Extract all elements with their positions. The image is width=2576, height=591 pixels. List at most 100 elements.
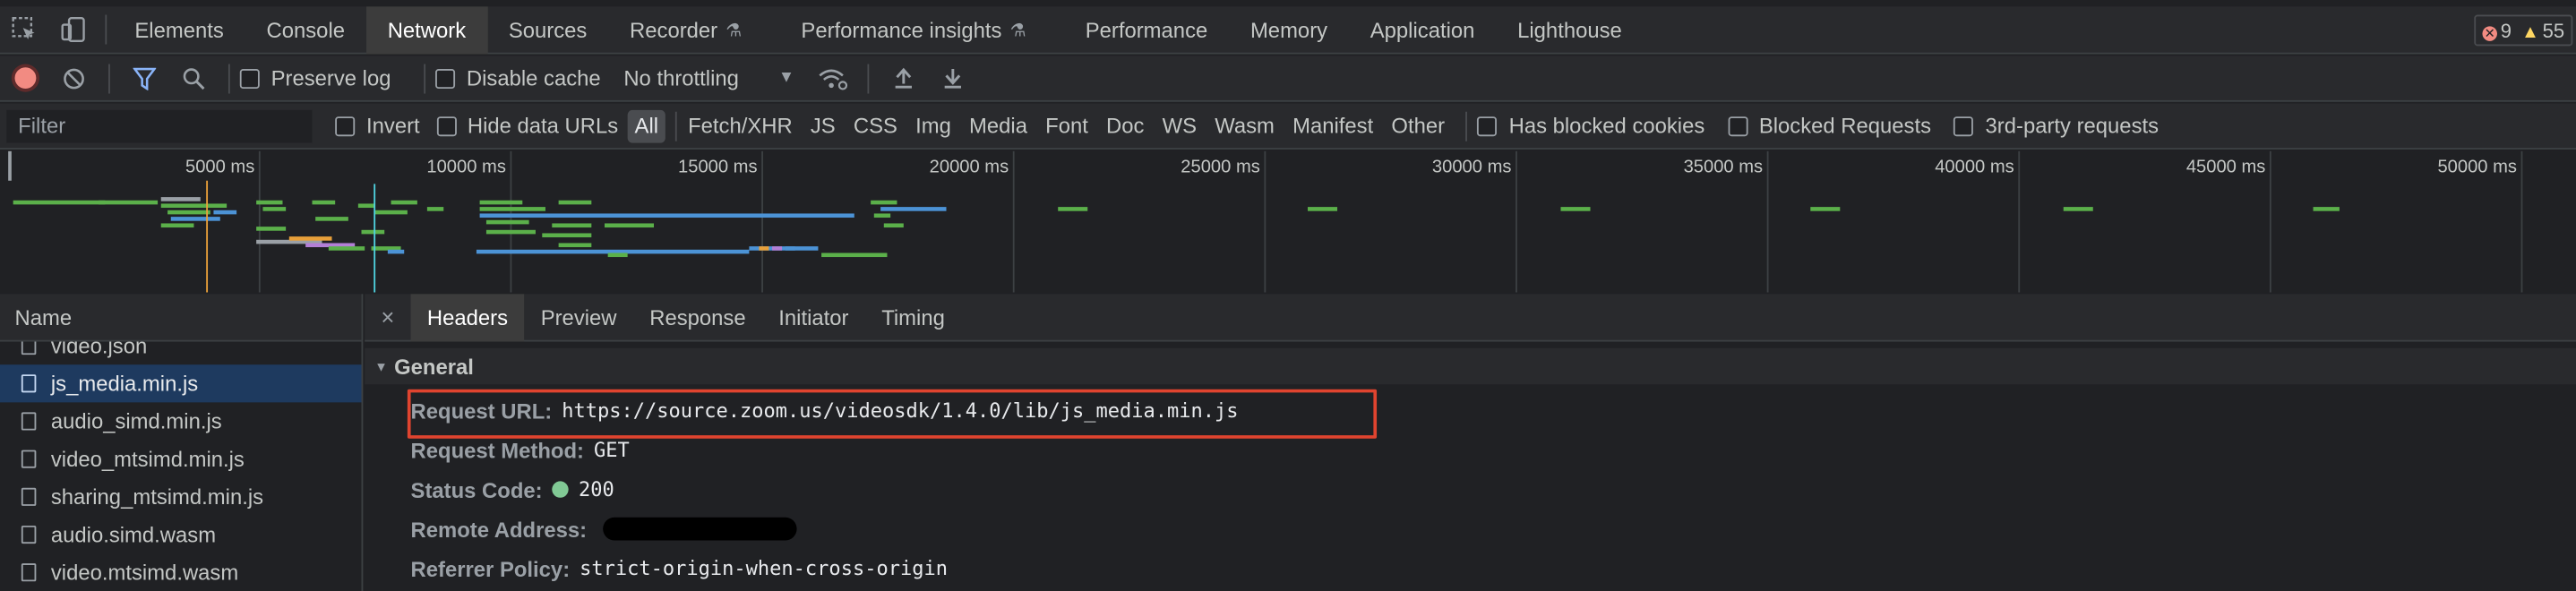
disable-cache-checkbox[interactable]: Disable cache bbox=[435, 65, 601, 90]
request-bar bbox=[213, 210, 237, 215]
search-button[interactable] bbox=[169, 55, 219, 100]
checkbox-box[interactable] bbox=[335, 116, 356, 136]
preserve-log-checkbox[interactable]: Preserve log bbox=[239, 65, 391, 90]
tab-timing[interactable]: Timing bbox=[865, 293, 961, 340]
network-overview-timeline[interactable]: 5000 ms 10000 ms 15000 ms 20000 ms 25000 ms 3… bbox=[0, 150, 2576, 293]
tab-performance-insights[interactable]: Performance insights ⚗ bbox=[780, 5, 1048, 53]
type-filter-img[interactable]: Img bbox=[909, 109, 957, 142]
device-toolbar-button[interactable] bbox=[49, 5, 99, 53]
request-bar bbox=[357, 203, 375, 209]
tab-network[interactable]: Network bbox=[365, 5, 488, 54]
checkbox-box[interactable] bbox=[436, 116, 457, 136]
warning-count-value: 55 bbox=[2542, 19, 2565, 42]
request-bar bbox=[99, 200, 159, 205]
type-filter-wasm[interactable]: Wasm bbox=[1208, 109, 1281, 142]
filter-input[interactable]: Filter bbox=[6, 108, 313, 142]
checkbox-label: 3rd-party requests bbox=[1985, 113, 2160, 139]
request-row[interactable]: video_mtsimd.min.js bbox=[0, 441, 362, 478]
checkbox-box[interactable] bbox=[435, 68, 456, 89]
checkbox-box[interactable] bbox=[239, 68, 260, 89]
request-row[interactable]: video.json bbox=[0, 341, 362, 365]
tab-response[interactable]: Response bbox=[633, 293, 762, 340]
import-har-button[interactable] bbox=[879, 55, 928, 100]
third-party-requests-checkbox[interactable]: 3rd-party requests bbox=[1953, 113, 2160, 139]
header-key: Remote Address: bbox=[410, 516, 588, 542]
inspect-element-button[interactable] bbox=[0, 5, 49, 53]
referrer-policy-row: Referrer Policy: strict-origin-when-cross… bbox=[365, 549, 2576, 588]
request-bar bbox=[13, 200, 106, 205]
checkbox-label: Preserve log bbox=[270, 65, 391, 90]
tab-performance[interactable]: Performance bbox=[1064, 5, 1229, 53]
filter-toggle-button[interactable] bbox=[120, 55, 169, 100]
request-row[interactable]: audio.simd.wasm bbox=[0, 516, 362, 553]
type-filter-all[interactable]: All bbox=[628, 108, 665, 142]
request-row[interactable]: video.mtsimd.wasm bbox=[0, 553, 362, 591]
request-bar bbox=[479, 213, 854, 218]
status-code-value: 200 bbox=[578, 477, 614, 501]
checkbox-box[interactable] bbox=[1477, 116, 1498, 136]
export-har-button[interactable] bbox=[928, 55, 977, 100]
throttling-select[interactable]: No throttling ▼ bbox=[623, 65, 794, 90]
close-icon[interactable]: × bbox=[365, 304, 410, 330]
flask-icon: ⚗ bbox=[726, 20, 743, 40]
divider bbox=[866, 63, 869, 93]
tab-label: Sources bbox=[508, 17, 588, 42]
type-filter-other[interactable]: Other bbox=[1385, 109, 1451, 142]
request-bar bbox=[1560, 207, 1591, 211]
record-icon bbox=[13, 67, 36, 90]
tab-lighthouse[interactable]: Lighthouse bbox=[1496, 5, 1643, 53]
header-key: Status Code: bbox=[410, 476, 543, 502]
tab-application[interactable]: Application bbox=[1349, 5, 1496, 53]
type-filter-ws[interactable]: WS bbox=[1155, 109, 1203, 142]
tab-label: Console bbox=[266, 17, 346, 42]
request-row[interactable]: audio_simd.min.js bbox=[0, 402, 362, 440]
request-row[interactable]: sharing_mtsimd.min.js bbox=[0, 478, 362, 516]
checkbox-box[interactable] bbox=[1727, 116, 1747, 136]
tab-label: Lighthouse bbox=[1517, 17, 1622, 42]
status-code-row: Status Code: 200 bbox=[365, 470, 2576, 510]
tab-sources[interactable]: Sources bbox=[487, 5, 608, 53]
checkbox-box[interactable] bbox=[1953, 116, 1974, 136]
tick-label: 40000 ms bbox=[1935, 158, 2014, 177]
tick-label: 10000 ms bbox=[426, 158, 506, 177]
request-list-pane: Name video.json js_media.min.js audio_si… bbox=[0, 294, 364, 591]
tick-label: 50000 ms bbox=[2437, 158, 2517, 177]
network-conditions-button[interactable] bbox=[808, 55, 857, 100]
type-filter-css[interactable]: CSS bbox=[847, 109, 905, 142]
tab-console[interactable]: Console bbox=[245, 5, 366, 53]
record-button[interactable] bbox=[0, 55, 49, 100]
checkbox-label: Invert bbox=[366, 113, 420, 139]
type-filter-fetch-xhr[interactable]: Fetch/XHR bbox=[682, 109, 799, 142]
type-filter-font[interactable]: Font bbox=[1039, 109, 1095, 142]
overview-handle[interactable] bbox=[8, 150, 12, 181]
name-column-header[interactable]: Name bbox=[0, 294, 362, 342]
request-bar bbox=[821, 253, 888, 258]
type-filter-doc[interactable]: Doc bbox=[1100, 109, 1151, 142]
request-bar bbox=[1810, 207, 1841, 211]
tab-preview[interactable]: Preview bbox=[524, 293, 633, 340]
request-row[interactable]: js_media.min.js bbox=[0, 364, 362, 403]
tab-elements[interactable]: Elements bbox=[114, 5, 245, 53]
request-name: sharing_mtsimd.min.js bbox=[50, 484, 264, 510]
hide-data-urls-checkbox[interactable]: Hide data URLs bbox=[436, 114, 618, 138]
has-blocked-cookies-checkbox[interactable]: Has blocked cookies bbox=[1477, 114, 1704, 138]
type-filter-media[interactable]: Media bbox=[963, 109, 1035, 142]
invert-checkbox[interactable]: Invert bbox=[335, 113, 420, 139]
tab-memory[interactable]: Memory bbox=[1229, 5, 1349, 53]
issues-counter[interactable]: ✕ 9 ▲ 55 bbox=[2474, 14, 2573, 47]
request-list[interactable]: video.json js_media.min.js audio_simd.mi… bbox=[0, 341, 362, 591]
type-filter-manifest[interactable]: Manifest bbox=[1286, 109, 1380, 142]
tab-headers[interactable]: Headers bbox=[410, 293, 525, 341]
tab-recorder[interactable]: Recorder ⚗ bbox=[608, 5, 763, 53]
request-bar bbox=[558, 243, 592, 248]
tick-label: 25000 ms bbox=[1181, 158, 1260, 177]
request-bar bbox=[288, 236, 332, 241]
request-bar bbox=[328, 246, 365, 251]
blocked-requests-checkbox[interactable]: Blocked Requests bbox=[1727, 114, 1931, 138]
wifi-settings-icon bbox=[818, 68, 847, 90]
type-filter-js[interactable]: JS bbox=[804, 109, 843, 142]
tab-initiator[interactable]: Initiator bbox=[762, 293, 865, 340]
general-section-header[interactable]: ▼ General bbox=[365, 347, 2576, 385]
clear-button[interactable] bbox=[49, 55, 99, 100]
request-bar bbox=[873, 213, 891, 218]
